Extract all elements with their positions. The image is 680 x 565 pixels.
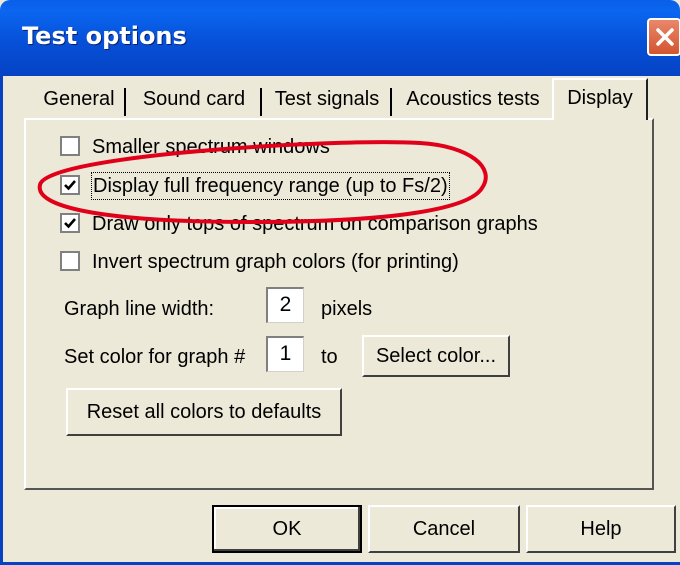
- smaller-spectrum-windows-label: Smaller spectrum windows: [92, 136, 330, 158]
- invert-colors-label: Invert spectrum graph colors (for printi…: [92, 251, 459, 273]
- set-color-to-label: to: [321, 346, 338, 368]
- window-frame-left: [0, 76, 3, 565]
- reset-colors-button[interactable]: Reset all colors to defaults: [66, 388, 342, 436]
- tab-test-signals[interactable]: Test signals: [266, 84, 388, 118]
- draw-tops-checkbox[interactable]: [60, 213, 80, 233]
- cancel-button[interactable]: Cancel: [368, 505, 520, 553]
- display-full-frequency-checkbox[interactable]: [60, 175, 80, 195]
- graph-line-width-input[interactable]: 2: [266, 287, 304, 323]
- tab-sound-card[interactable]: Sound card: [130, 84, 258, 118]
- tab-separator: [260, 88, 262, 116]
- checkmark-icon: [64, 180, 76, 191]
- help-button[interactable]: Help: [526, 505, 676, 553]
- close-icon: [656, 28, 674, 46]
- graph-number-input[interactable]: 1: [266, 336, 304, 372]
- tab-separator: [124, 88, 126, 116]
- tab-acoustics-tests[interactable]: Acoustics tests: [396, 84, 550, 118]
- set-color-label: Set color for graph #: [64, 346, 246, 368]
- display-full-frequency-label: Display full frequency range (up to Fs/2…: [91, 172, 450, 200]
- tab-separator: [390, 88, 392, 116]
- draw-tops-label: Draw only tops of spectrum on comparison…: [92, 213, 538, 235]
- ok-button[interactable]: OK: [212, 505, 362, 553]
- close-button[interactable]: [647, 18, 680, 56]
- select-color-button[interactable]: Select color...: [362, 335, 510, 377]
- checkmark-icon: [64, 218, 76, 229]
- tab-general[interactable]: General: [36, 84, 122, 118]
- invert-colors-checkbox[interactable]: [60, 251, 80, 271]
- test-options-dialog: Test options General Sound card Test sig…: [0, 0, 680, 565]
- graph-line-width-label: Graph line width:: [64, 298, 215, 320]
- smaller-spectrum-windows-checkbox[interactable]: [60, 136, 80, 156]
- tab-display[interactable]: Display: [552, 78, 648, 120]
- window-title: Test options: [22, 22, 187, 50]
- graph-line-width-unit: pixels: [321, 298, 373, 320]
- title-bar[interactable]: Test options: [0, 0, 680, 76]
